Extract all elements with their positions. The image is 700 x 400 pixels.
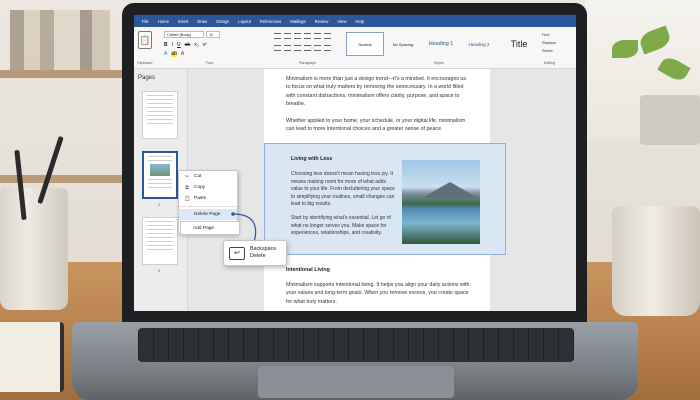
style-normal[interactable]: Normal xyxy=(346,32,384,56)
clipboard-icon: 📋 xyxy=(184,195,191,202)
decrease-indent-icon[interactable] xyxy=(304,33,311,39)
font-color-button[interactable]: A xyxy=(181,51,184,57)
bullets-icon[interactable] xyxy=(274,33,281,39)
shading-icon[interactable] xyxy=(324,45,331,51)
menu-item-paste-label: Paste xyxy=(194,196,207,201)
superscript-button[interactable]: x² xyxy=(203,42,207,48)
page-number-2: 2 xyxy=(158,203,160,207)
tab-insert[interactable]: Insert xyxy=(178,19,188,24)
font-name-select[interactable]: Calibri (Body) xyxy=(164,31,204,38)
editing-group-label: Editing xyxy=(544,61,555,65)
tab-mailings[interactable]: Mailings xyxy=(290,19,305,24)
style-title[interactable]: Title xyxy=(498,32,540,56)
keyboard-shortcut-callout: ↩ Backspace Delete xyxy=(223,240,287,266)
italic-button[interactable]: I xyxy=(172,42,173,48)
style-heading-1[interactable]: Heading 1 xyxy=(422,32,460,56)
styles-group-label: Styles xyxy=(434,61,444,65)
menu-item-delete-page-label: Delete Page xyxy=(194,212,221,217)
notebook xyxy=(0,322,64,392)
tab-help[interactable]: Help xyxy=(355,19,364,24)
page-number-3: 3 xyxy=(158,269,160,273)
page-thumbnail-1[interactable] xyxy=(142,91,178,139)
backspace-label: Backspace xyxy=(250,245,277,252)
pages-pane-title: Pages xyxy=(138,75,156,81)
menu-item-add-page[interactable]: Add Page xyxy=(180,221,240,235)
menu-item-cut[interactable]: ✂ Cut xyxy=(179,171,237,182)
menu-item-delete-page[interactable]: Delete Page xyxy=(179,209,237,220)
font-format-row: B I U ab x₂ x² xyxy=(164,42,207,48)
bold-button[interactable]: B xyxy=(164,42,168,48)
line-spacing-icon[interactable] xyxy=(314,45,321,51)
menu-separator xyxy=(179,206,237,207)
selected-content[interactable]: Living with Less Choosing less doesn't m… xyxy=(264,143,506,255)
paste-icon[interactable]: 📋 xyxy=(138,31,152,49)
tab-references[interactable]: References xyxy=(260,19,281,24)
menu-item-copy[interactable]: ⧉ Copy xyxy=(179,182,237,193)
align-center-icon[interactable] xyxy=(284,45,291,51)
increase-indent-icon[interactable] xyxy=(314,33,321,39)
paragraph-intentional: Minimalism supports intentional living. … xyxy=(286,282,470,305)
ribbon-tabs: File Home Insert Draw Design Layout Refe… xyxy=(134,15,576,27)
heading-living-with-less: Living with Less xyxy=(291,156,333,162)
numbering-icon[interactable] xyxy=(284,33,291,39)
strikethrough-button[interactable]: ab xyxy=(185,42,191,48)
menu-item-cut-label: Cut xyxy=(194,174,202,179)
tab-view[interactable]: View xyxy=(337,19,346,24)
heading-intentional-living: Intentional Living xyxy=(286,267,330,273)
bookshelf xyxy=(0,70,125,78)
replace-button[interactable]: Replace xyxy=(542,39,556,47)
style-no-spacing[interactable]: No Spacing xyxy=(384,32,422,56)
align-right-icon[interactable] xyxy=(294,45,301,51)
menu-item-copy-label: Copy xyxy=(194,185,206,190)
keyboard xyxy=(138,328,574,362)
editing-buttons: Find Replace Select xyxy=(542,31,556,55)
style-heading-2[interactable]: Heading 2 xyxy=(460,32,498,56)
font-color-row: A ab A xyxy=(164,51,184,57)
tab-design[interactable]: Design xyxy=(216,19,229,24)
find-button[interactable]: Find xyxy=(542,31,556,39)
plant-leaf xyxy=(612,40,638,58)
paragraph-intro: Minimalism is more than just a design tr… xyxy=(286,76,467,108)
list-buttons xyxy=(274,33,331,39)
bookshelf-books xyxy=(10,10,110,70)
justify-icon[interactable] xyxy=(304,45,311,51)
tab-file[interactable]: File xyxy=(142,19,149,24)
align-left-icon[interactable] xyxy=(274,45,281,51)
coffee-mug xyxy=(612,206,700,316)
scissors-icon: ✂ xyxy=(184,173,190,180)
clipboard-group-label: Clipboard xyxy=(137,61,153,65)
tab-draw[interactable]: Draw xyxy=(197,19,207,24)
styles-gallery: Normal No Spacing Heading 1 Heading 2 Ti… xyxy=(346,32,546,56)
font-group-label: Font xyxy=(206,61,214,65)
lake-mountain-image[interactable] xyxy=(402,160,480,244)
highlight-button[interactable]: ab xyxy=(171,51,177,57)
backspace-key-icon: ↩ xyxy=(229,246,245,260)
plant-pot xyxy=(640,95,700,145)
text-effects-button[interactable]: A xyxy=(164,51,167,57)
tab-home[interactable]: Home xyxy=(158,19,169,24)
touchpad xyxy=(258,366,454,398)
word-window: File Home Insert Draw Design Layout Refe… xyxy=(134,15,576,311)
select-button[interactable]: Select xyxy=(542,47,556,55)
pencil-cup xyxy=(0,188,68,310)
page-thumbnail-2[interactable] xyxy=(142,151,178,199)
paragraph-group-label: Paragraph xyxy=(299,61,316,65)
copy-icon: ⧉ xyxy=(185,184,189,191)
subscript-button[interactable]: x₂ xyxy=(194,42,198,48)
underline-button[interactable]: U xyxy=(177,42,181,48)
paragraph-whether: Whether applied to your home, your sched… xyxy=(286,118,466,133)
delete-label: Delete xyxy=(250,253,266,259)
tab-layout[interactable]: Layout xyxy=(238,19,251,24)
page-thumbnail-3[interactable] xyxy=(142,217,178,265)
paragraph-start-by: Start by identifying what's essential. L… xyxy=(291,215,391,237)
multilevel-list-icon[interactable] xyxy=(294,33,301,39)
align-buttons xyxy=(274,45,331,51)
menu-item-paste[interactable]: 📋 Paste xyxy=(179,193,237,204)
sort-icon[interactable] xyxy=(324,33,331,39)
document-canvas: Minimalism is more than just a design tr… xyxy=(188,69,576,311)
ribbon-home: 📋 Clipboard Calibri (Body) 11 B I U ab x… xyxy=(134,27,576,69)
font-size-select[interactable]: 11 xyxy=(206,31,220,38)
tab-review[interactable]: Review xyxy=(315,19,329,24)
paragraph-choosing-less: Choosing less doesn't mean having less j… xyxy=(291,171,395,208)
